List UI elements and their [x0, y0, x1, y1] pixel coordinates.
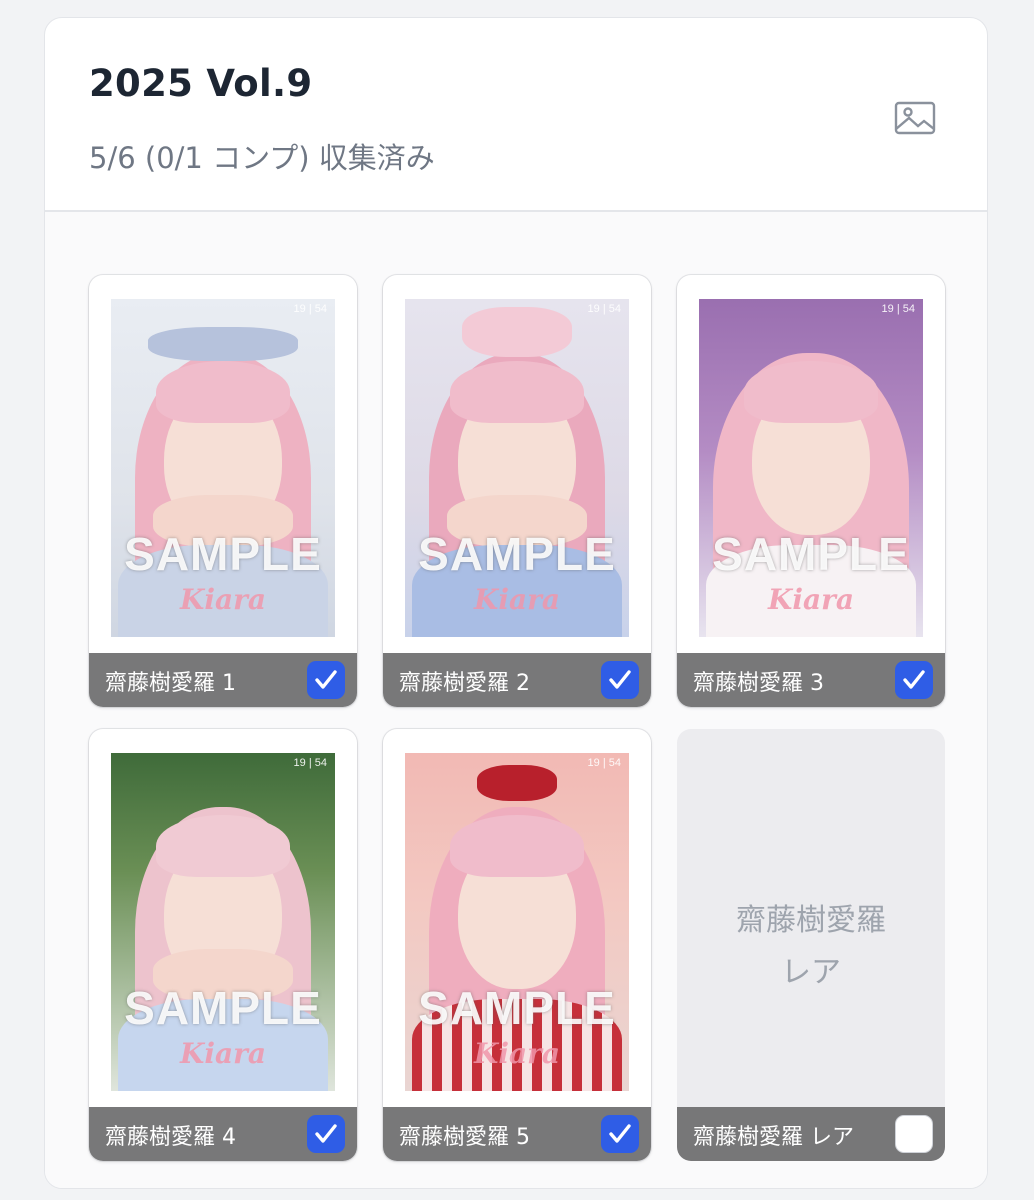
photo-card-3[interactable]: 19 | 54 SAMPLE Kiara 齋藤樹愛羅 3 [677, 275, 945, 707]
photo-bangs [450, 361, 584, 423]
collected-checkbox[interactable] [895, 1115, 933, 1153]
card-photo: 19 | 54 SAMPLE Kiara [111, 753, 335, 1091]
card-photo: 19 | 54 SAMPLE Kiara [405, 299, 629, 637]
rare-placeholder: 齋藤樹愛羅 レア [677, 895, 945, 999]
collection-progress: 5/6 (0/1 コンプ) 収集済み [89, 141, 435, 175]
name-script: Kiara [767, 583, 854, 616]
card-label: 齋藤樹愛羅 4 [105, 1125, 236, 1150]
sample-watermark: SAMPLE [418, 982, 616, 1034]
name-script: Kiara [179, 1037, 266, 1070]
card-header: 2025 Vol.9 5/6 (0/1 コンプ) 収集済み [45, 18, 987, 212]
card-label: 齋藤樹愛羅 5 [399, 1125, 530, 1150]
photo-card-1[interactable]: 19 | 54 SAMPLE Kiara 齋藤樹愛羅 1 [89, 275, 357, 707]
collection-card: 2025 Vol.9 5/6 (0/1 コンプ) 収集済み 19 | 54 SA… [44, 17, 988, 1189]
card-label-bar: 齋藤樹愛羅 3 [677, 653, 945, 707]
card-label-bar: 齋藤樹愛羅 5 [383, 1107, 651, 1161]
checkmark-icon [609, 1124, 631, 1143]
photo-card-4[interactable]: 19 | 54 SAMPLE Kiara 齋藤樹愛羅 4 [89, 729, 357, 1161]
card-label-bar: 齋藤樹愛羅 1 [89, 653, 357, 707]
card-photo: 19 | 54 SAMPLE Kiara [699, 299, 923, 637]
photo-corner-text: 19 | 54 [587, 757, 621, 769]
rare-placeholder-name: 齋藤樹愛羅 [736, 903, 886, 938]
name-script: Kiara [179, 583, 266, 616]
image-icon[interactable] [893, 98, 937, 138]
rare-placeholder-label: レア [781, 955, 841, 990]
card-label-bar: 齋藤樹愛羅 4 [89, 1107, 357, 1161]
card-photo: 19 | 54 SAMPLE Kiara [405, 753, 629, 1091]
name-script: Kiara [473, 583, 560, 616]
collected-checkbox[interactable] [307, 1115, 345, 1153]
photo-hair-ribbon [148, 327, 298, 361]
card-label: 齋藤樹愛羅 レア [693, 1125, 854, 1150]
card-label: 齋藤樹愛羅 3 [693, 671, 824, 696]
photo-hair-bow [477, 765, 557, 801]
photo-bangs [156, 361, 290, 423]
checkmark-icon [315, 670, 337, 689]
card-label: 齋藤樹愛羅 1 [105, 671, 236, 696]
card-photo: 19 | 54 SAMPLE Kiara [111, 299, 335, 637]
collected-checkbox[interactable] [307, 661, 345, 699]
collected-checkbox[interactable] [601, 661, 639, 699]
card-label-bar: 齋藤樹愛羅 2 [383, 653, 651, 707]
photo-card-rare[interactable]: 齋藤樹愛羅 レア 齋藤樹愛羅 レア [677, 729, 945, 1161]
photo-bangs [156, 815, 290, 877]
photo-corner-text: 19 | 54 [881, 303, 915, 315]
sample-watermark: SAMPLE [418, 528, 616, 580]
card-label-bar: 齋藤樹愛羅 レア [677, 1107, 945, 1161]
checkmark-icon [315, 1124, 337, 1143]
collection-title: 2025 Vol.9 [89, 62, 313, 105]
collected-checkbox[interactable] [895, 661, 933, 699]
photo-corner-text: 19 | 54 [293, 303, 327, 315]
checkmark-icon [609, 670, 631, 689]
collected-checkbox[interactable] [601, 1115, 639, 1153]
sample-watermark: SAMPLE [124, 528, 322, 580]
photo-corner-text: 19 | 54 [587, 303, 621, 315]
photo-bangs [744, 361, 878, 423]
photo-card-5[interactable]: 19 | 54 SAMPLE Kiara 齋藤樹愛羅 5 [383, 729, 651, 1161]
sample-watermark: SAMPLE [712, 528, 910, 580]
photo-hair-bow [462, 307, 572, 357]
sample-watermark: SAMPLE [124, 982, 322, 1034]
card-grid: 19 | 54 SAMPLE Kiara 齋藤樹愛羅 1 19 | 54 SAM… [45, 212, 987, 1188]
name-script: Kiara [473, 1037, 560, 1070]
photo-corner-text: 19 | 54 [293, 757, 327, 769]
photo-card-2[interactable]: 19 | 54 SAMPLE Kiara 齋藤樹愛羅 2 [383, 275, 651, 707]
card-label: 齋藤樹愛羅 2 [399, 671, 530, 696]
checkmark-icon [903, 670, 925, 689]
photo-bangs [450, 815, 584, 877]
